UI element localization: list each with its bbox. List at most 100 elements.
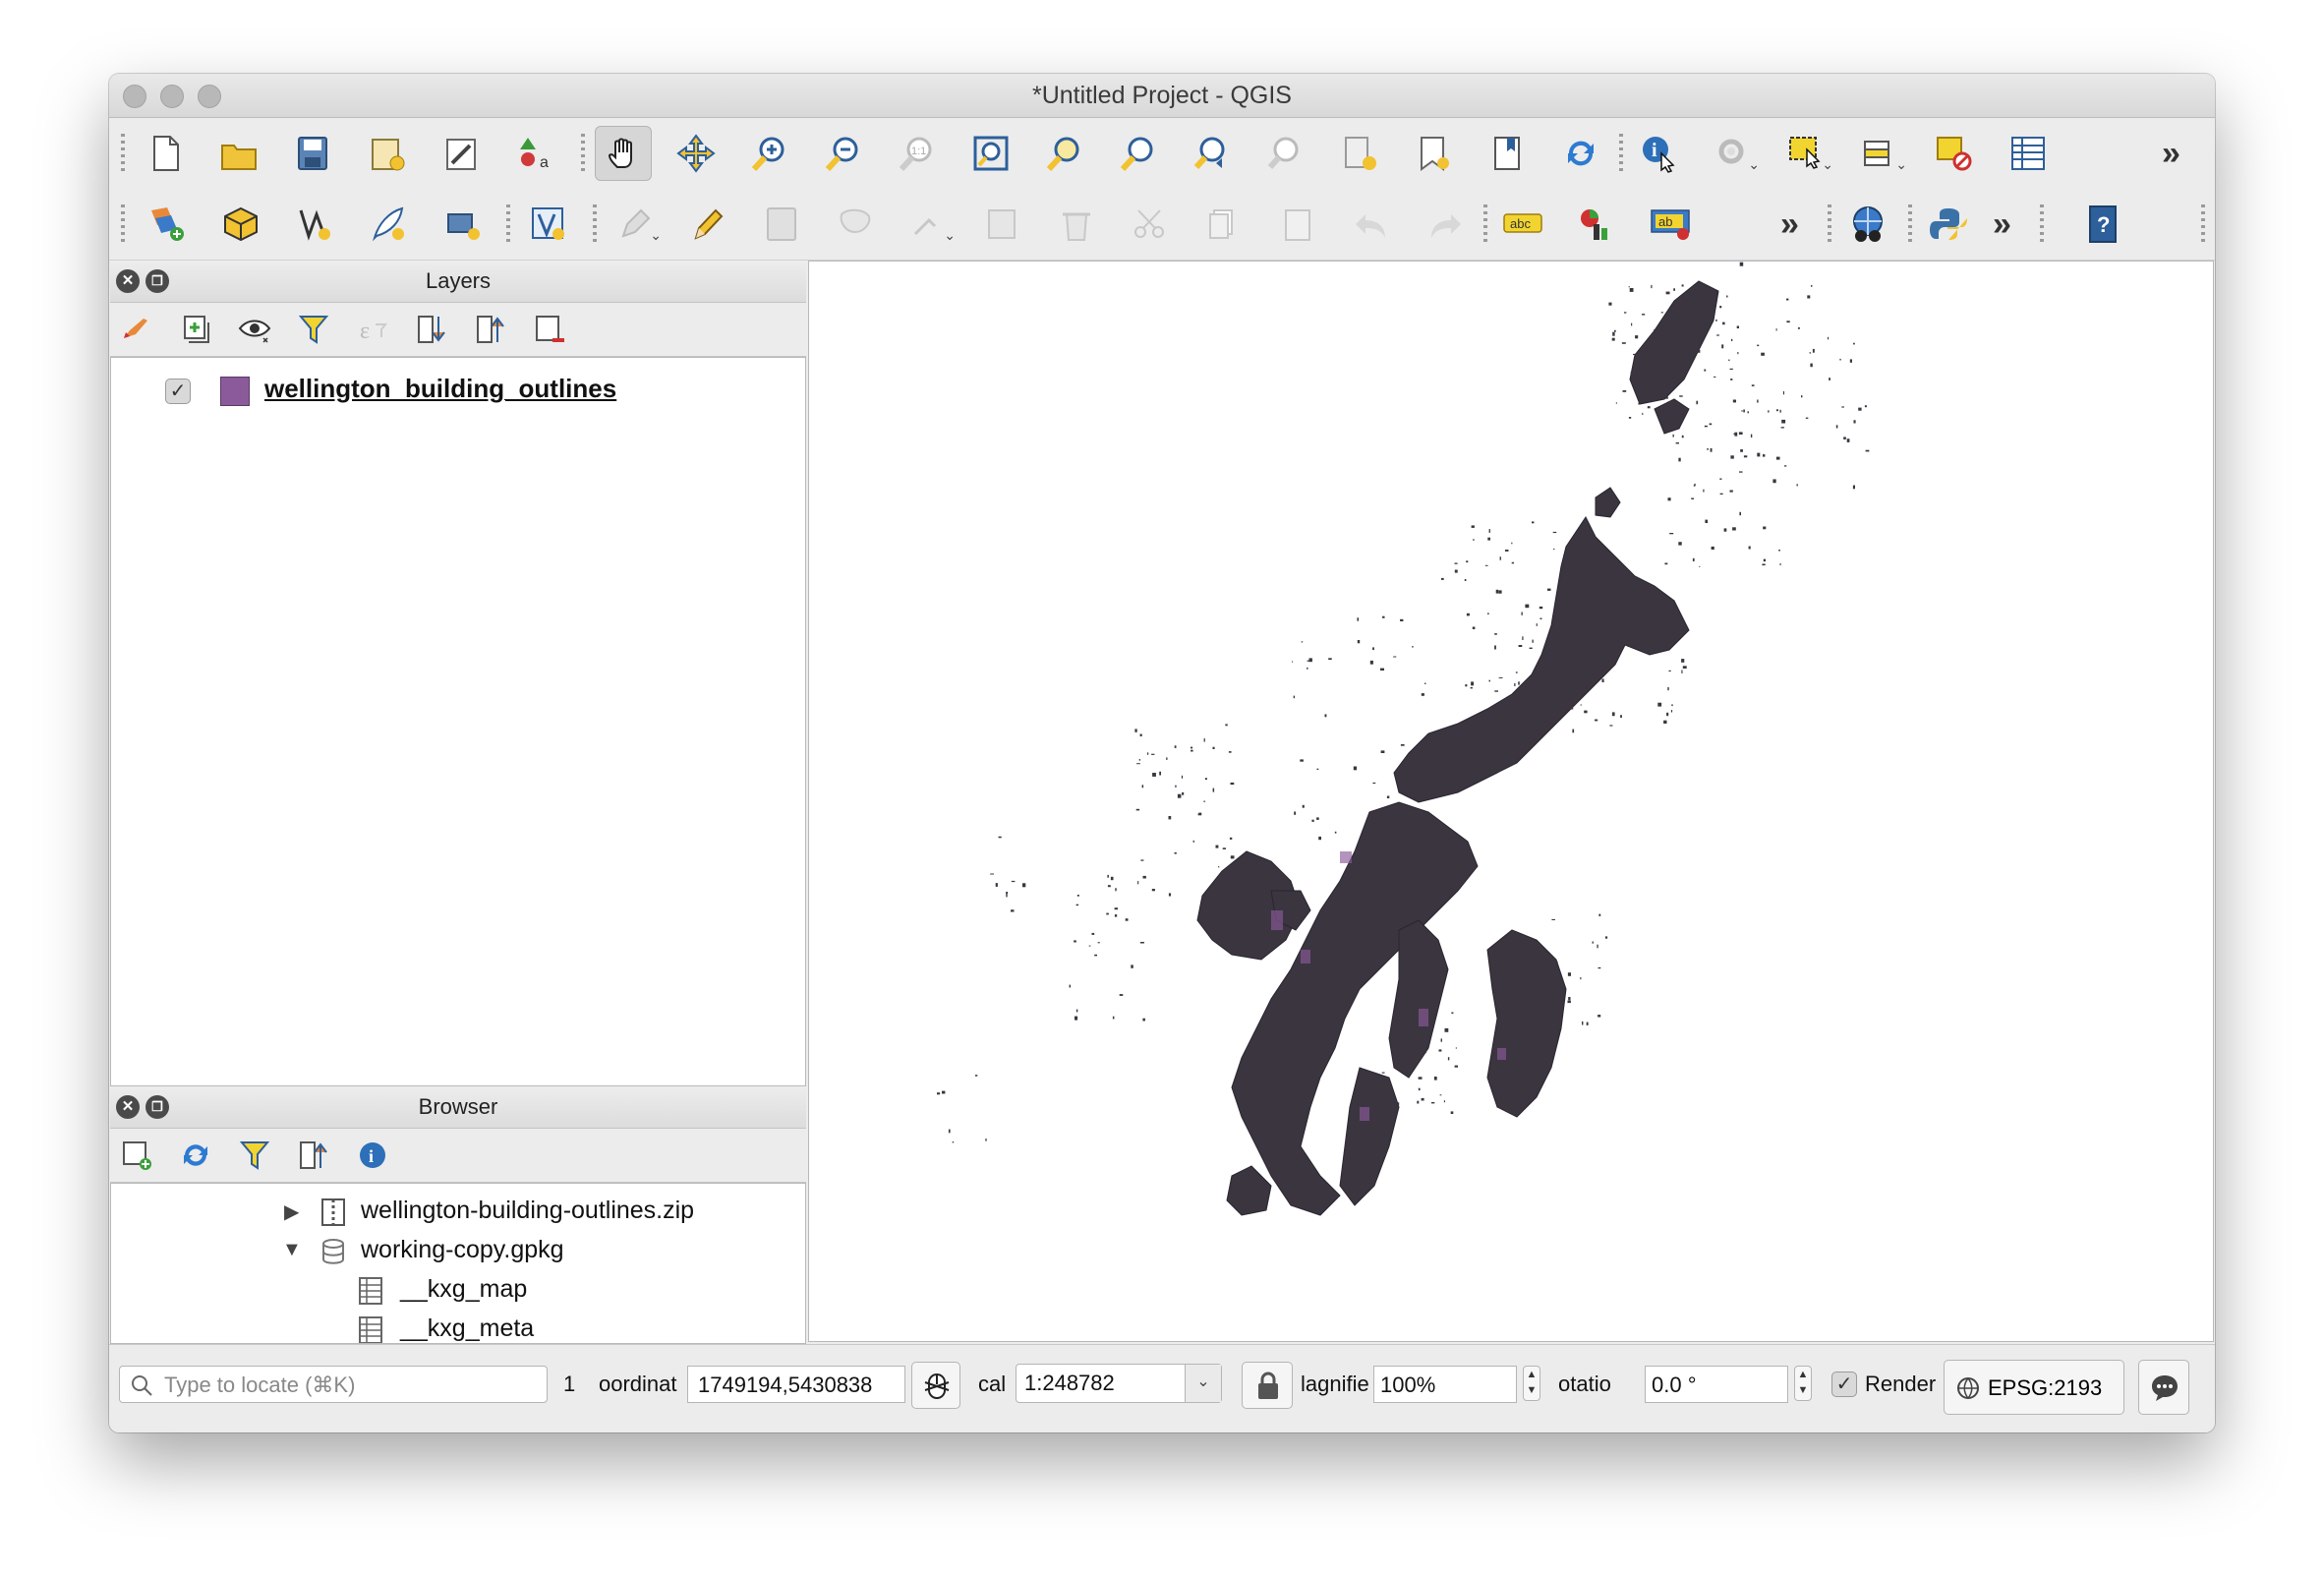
tree-item-table[interactable]: __kxg_map: [111, 1270, 805, 1310]
add-polygon-button[interactable]: [827, 197, 884, 252]
undo-button[interactable]: [1343, 197, 1400, 252]
filter-expression-icon[interactable]: ε: [356, 313, 389, 346]
new-project-button[interactable]: [137, 126, 194, 181]
messages-button[interactable]: [2138, 1360, 2189, 1415]
properties-info-icon[interactable]: i: [356, 1139, 389, 1172]
cut-features-button[interactable]: [1122, 197, 1179, 252]
show-bookmarks-button[interactable]: [1405, 126, 1462, 181]
new-geopackage-button[interactable]: [212, 197, 269, 252]
refresh-icon[interactable]: [179, 1139, 212, 1172]
pan-to-selection-button[interactable]: [668, 126, 725, 181]
toolbar-grip[interactable]: [1828, 204, 1831, 244]
tree-item-gpkg[interactable]: ▼ working-copy.gpkg: [111, 1231, 805, 1270]
deselect-all-button[interactable]: [1926, 126, 1983, 181]
zoom-in-button[interactable]: [741, 126, 798, 181]
save-project-button[interactable]: [284, 126, 341, 181]
coordinate-field[interactable]: 1749194,5430838: [687, 1366, 905, 1403]
toolbar-grip[interactable]: [506, 204, 510, 244]
layout-manager-button[interactable]: [434, 126, 491, 181]
paste-features-button[interactable]: [1269, 197, 1326, 252]
coordinate-toggle-button[interactable]: [911, 1362, 960, 1409]
current-edits-button[interactable]: ⌄: [607, 197, 664, 252]
zoom-next-button[interactable]: [1257, 126, 1314, 181]
new-print-layout-button[interactable]: [359, 126, 416, 181]
layer-visibility-checkbox[interactable]: ✓: [165, 379, 191, 404]
crs-button[interactable]: EPSG:2193: [1944, 1360, 2124, 1415]
new-map-view-button[interactable]: [1479, 126, 1536, 181]
identify-features-button[interactable]: i: [1631, 126, 1688, 181]
toolbar-grip[interactable]: [1483, 204, 1487, 244]
toolbar-overflow-chevron[interactable]: »: [1993, 204, 2011, 244]
toolbar-grip[interactable]: [121, 204, 125, 244]
label-toolbar-button[interactable]: abc: [1493, 197, 1550, 252]
locator-search-input[interactable]: Type to locate (⌘K): [119, 1366, 548, 1403]
new-shapefile-layer-button[interactable]: [286, 197, 343, 252]
chevron-down-icon[interactable]: ⌄: [1185, 1365, 1221, 1402]
help-button[interactable]: ?: [2075, 197, 2132, 252]
zoom-out-button[interactable]: [815, 126, 872, 181]
open-project-button[interactable]: [210, 126, 267, 181]
delete-selected-button[interactable]: [1048, 197, 1105, 252]
style-manager-button[interactable]: a: [507, 126, 564, 181]
zoom-last-button[interactable]: [1184, 126, 1241, 181]
copy-features-button[interactable]: [1195, 197, 1252, 252]
toolbar-grip[interactable]: [593, 204, 597, 244]
chevron-down-icon[interactable]: ▼: [282, 1239, 302, 1261]
remove-layer-icon[interactable]: [533, 313, 566, 346]
layer-name[interactable]: wellington_building_outlines: [264, 374, 616, 404]
expand-all-icon[interactable]: [415, 313, 448, 346]
new-spatialite-layer-button[interactable]: [360, 197, 417, 252]
collapse-all-icon[interactable]: [297, 1139, 330, 1172]
refresh-button[interactable]: [1552, 126, 1609, 181]
diagram-toolbar-button[interactable]: [1567, 197, 1624, 252]
data-source-manager-button[interactable]: [139, 197, 196, 252]
digitize-with-segment-button[interactable]: [520, 197, 577, 252]
toolbar-grip[interactable]: [2040, 204, 2044, 244]
select-features-button[interactable]: ⌄: [1778, 126, 1835, 181]
toolbar-grip[interactable]: [1619, 134, 1623, 173]
magnifier-stepper[interactable]: ▲ ▼: [1523, 1366, 1540, 1401]
toolbar-grip[interactable]: [581, 134, 585, 173]
add-group-icon[interactable]: [179, 313, 212, 346]
scale-combobox[interactable]: 1:248782 ⌄: [1016, 1364, 1222, 1403]
pin-labels-button[interactable]: ab: [1641, 197, 1698, 252]
toolbar-grip[interactable]: [1908, 204, 1912, 244]
rotation-field[interactable]: 0.0 °: [1645, 1366, 1788, 1403]
new-temporary-layer-button[interactable]: [434, 197, 491, 252]
visibility-eye-icon[interactable]: [238, 313, 271, 346]
vertex-tool-button[interactable]: ⌄: [901, 197, 958, 252]
toolbar-overflow-chevron[interactable]: »: [2162, 134, 2180, 173]
tree-item-table[interactable]: __kxg_meta: [111, 1310, 805, 1343]
select-by-value-button[interactable]: ⌄: [1852, 126, 1909, 181]
redo-button[interactable]: [1417, 197, 1474, 252]
run-feature-action-button[interactable]: ⌄: [1705, 126, 1762, 181]
toggle-editing-button[interactable]: [679, 197, 736, 252]
toolbar-grip[interactable]: [121, 134, 125, 173]
zoom-to-layer-button[interactable]: [1110, 126, 1167, 181]
rotation-stepper[interactable]: ▲ ▼: [1794, 1366, 1812, 1401]
pan-map-button[interactable]: [595, 126, 652, 181]
toolbar-grip[interactable]: [2201, 204, 2205, 244]
zoom-native-button[interactable]: 1:1: [889, 126, 946, 181]
layer-item[interactable]: ✓ wellington_building_outlines: [111, 368, 805, 417]
collapse-all-icon[interactable]: [474, 313, 507, 346]
new-bookmark-button[interactable]: [1331, 126, 1388, 181]
style-brush-icon[interactable]: [120, 313, 153, 346]
render-checkbox[interactable]: ✓: [1831, 1372, 1857, 1397]
modify-attributes-button[interactable]: [974, 197, 1031, 252]
magnifier-field[interactable]: 100%: [1373, 1366, 1517, 1403]
metasearch-button[interactable]: [1839, 197, 1896, 252]
add-selected-layers-icon[interactable]: [120, 1139, 153, 1172]
zoom-to-selection-button[interactable]: [1036, 126, 1093, 181]
filter-icon[interactable]: [297, 313, 330, 346]
save-layer-edits-button[interactable]: [753, 197, 810, 252]
toolbar-overflow-chevron[interactable]: »: [1780, 204, 1799, 244]
tree-item-zip[interactable]: ▶ wellington-building-outlines.zip: [111, 1192, 805, 1231]
zoom-full-button[interactable]: [962, 126, 1019, 181]
lock-scale-button[interactable]: [1242, 1362, 1293, 1409]
python-console-button[interactable]: [1920, 197, 1977, 252]
chevron-right-icon[interactable]: ▶: [284, 1199, 299, 1224]
filter-icon[interactable]: [238, 1139, 271, 1172]
open-attribute-table-button[interactable]: [2000, 126, 2057, 181]
map-canvas[interactable]: [808, 261, 2214, 1342]
